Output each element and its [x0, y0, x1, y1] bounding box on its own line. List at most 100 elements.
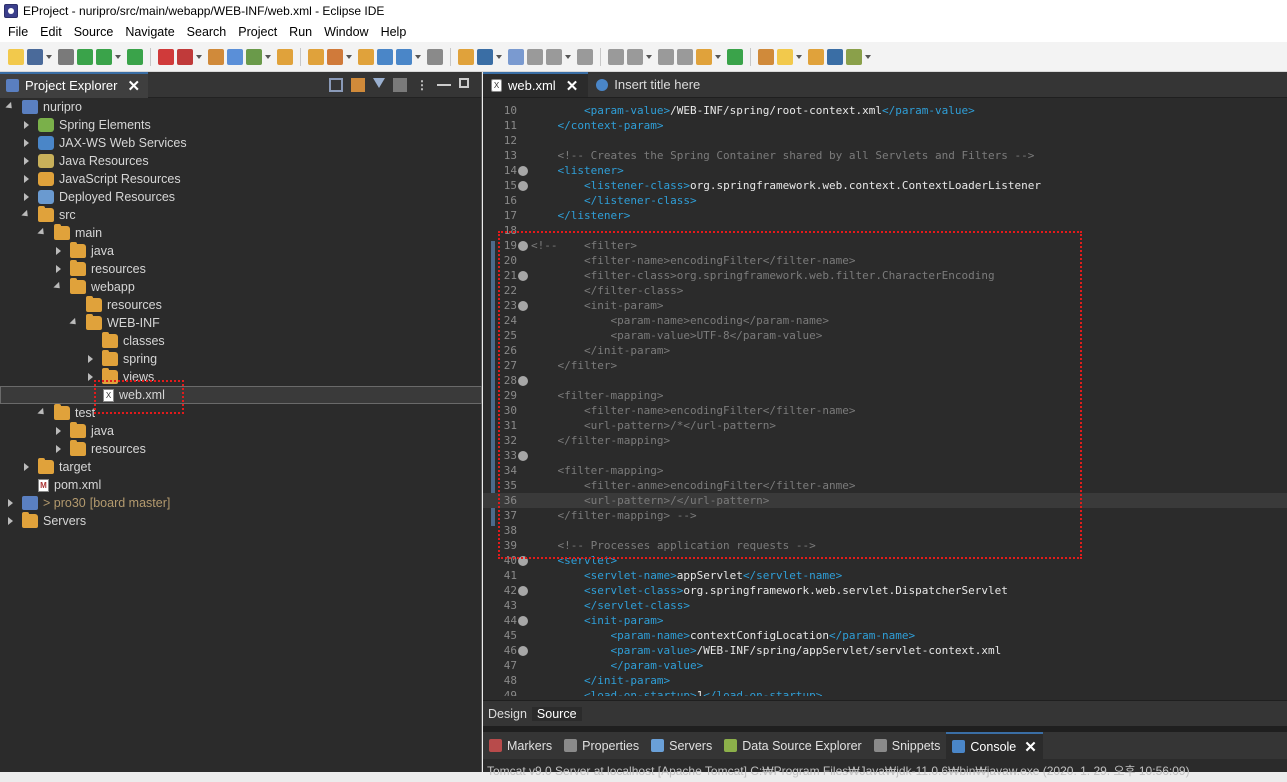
code-line[interactable]: 48 </init-param> — [483, 673, 1287, 688]
filter-icon[interactable] — [373, 77, 385, 88]
menu-window[interactable]: Window — [318, 25, 374, 39]
chevron-down-icon[interactable] — [115, 54, 121, 59]
toolbar-icon[interactable] — [8, 48, 24, 65]
collapsed-icon[interactable] — [54, 444, 64, 454]
toolbar-icon[interactable] — [608, 48, 624, 65]
toolbar-icon[interactable] — [27, 48, 43, 65]
toolbar-icon[interactable] — [527, 48, 543, 65]
code-line[interactable]: 45 <param-name>contextConfigLocation</pa… — [483, 628, 1287, 643]
tab-properties[interactable]: Properties — [558, 732, 645, 759]
tree-item[interactable]: resources — [0, 440, 482, 458]
focus-icon[interactable] — [393, 77, 407, 92]
tab-web-xml[interactable]: Xweb.xml ✕ — [483, 72, 589, 97]
collapsed-icon[interactable] — [22, 462, 32, 472]
code-line[interactable]: 13 <!-- Creates the Spring Container sha… — [483, 148, 1287, 163]
toolbar-icon[interactable] — [308, 48, 324, 65]
tree-item[interactable]: resources — [0, 296, 482, 314]
fold-toggle-icon[interactable] — [518, 585, 528, 596]
toolbar-icon[interactable] — [546, 48, 562, 65]
close-icon[interactable]: ✕ — [1024, 738, 1037, 756]
close-icon[interactable]: ✕ — [127, 77, 140, 95]
toolbar-icon[interactable] — [327, 48, 343, 65]
collapsed-icon[interactable] — [54, 264, 64, 274]
toolbar-icon[interactable] — [677, 48, 693, 65]
link-with-editor-icon[interactable] — [351, 77, 365, 92]
chevron-down-icon[interactable] — [46, 54, 52, 59]
collapsed-icon[interactable] — [54, 426, 64, 436]
toolbar-icon[interactable] — [246, 48, 262, 65]
tree-item[interactable]: resources — [0, 260, 482, 278]
toolbar-icon[interactable] — [658, 48, 674, 65]
minimize-icon[interactable] — [437, 78, 451, 86]
tree-item[interactable]: nuripro — [0, 98, 482, 116]
collapsed-icon[interactable] — [86, 354, 96, 364]
toolbar-icon[interactable] — [477, 48, 493, 65]
tree-item[interactable]: main — [0, 224, 482, 242]
toolbar-icon[interactable] — [846, 48, 862, 65]
tree-item[interactable]: Mpom.xml — [0, 476, 482, 494]
tree-item[interactable]: WEB-INF — [0, 314, 482, 332]
tree-item[interactable]: Servers — [0, 512, 482, 530]
menu-project[interactable]: Project — [232, 25, 283, 39]
tree-item[interactable]: JavaScript Resources — [0, 170, 482, 188]
menu-edit[interactable]: Edit — [34, 25, 68, 39]
tab-design[interactable]: Design — [483, 707, 532, 721]
tab-console[interactable]: Console ✕ — [946, 732, 1043, 759]
expanded-icon[interactable] — [38, 228, 48, 238]
toolbar-icon[interactable] — [427, 48, 443, 65]
tab-data-source-explorer[interactable]: Data Source Explorer — [718, 732, 868, 759]
fold-toggle-icon[interactable] — [518, 615, 528, 626]
chevron-down-icon[interactable] — [265, 54, 271, 59]
close-icon[interactable]: ✕ — [566, 77, 579, 95]
tree-item[interactable]: test — [0, 404, 482, 422]
toolbar-icon[interactable] — [758, 48, 774, 65]
collapse-all-icon[interactable] — [329, 77, 343, 92]
collapsed-icon[interactable] — [22, 192, 32, 202]
collapsed-icon[interactable] — [6, 498, 16, 508]
tree-item[interactable]: java — [0, 242, 482, 260]
tree-item[interactable]: JAX-WS Web Services — [0, 134, 482, 152]
toolbar-icon[interactable] — [777, 48, 793, 65]
code-line[interactable]: 43 </servlet-class> — [483, 598, 1287, 613]
tab-servers[interactable]: Servers — [645, 732, 718, 759]
code-line[interactable]: 44 <init-param> — [483, 613, 1287, 628]
code-line[interactable]: 41 <servlet-name>appServlet</servlet-nam… — [483, 568, 1287, 583]
expanded-icon[interactable] — [70, 318, 80, 328]
code-line[interactable]: 47 </param-value> — [483, 658, 1287, 673]
chevron-down-icon[interactable] — [865, 54, 871, 59]
toolbar-icon[interactable] — [577, 48, 593, 65]
toolbar-icon[interactable] — [227, 48, 243, 65]
toolbar-icon[interactable] — [77, 48, 93, 65]
fold-toggle-icon[interactable] — [518, 645, 528, 656]
tab-project-explorer[interactable]: Project Explorer ✕ — [0, 71, 149, 98]
toolbar-icon[interactable] — [177, 48, 193, 65]
expanded-icon[interactable] — [6, 102, 16, 112]
toolbar-icon[interactable] — [727, 48, 743, 65]
tree-item[interactable]: webapp — [0, 278, 482, 296]
menu-search[interactable]: Search — [181, 25, 233, 39]
tree-item[interactable]: classes — [0, 332, 482, 350]
chevron-down-icon[interactable] — [196, 54, 202, 59]
toolbar-icon[interactable] — [58, 48, 74, 65]
chevron-down-icon[interactable] — [796, 54, 802, 59]
toolbar-icon[interactable] — [277, 48, 293, 65]
toolbar-icon[interactable] — [627, 48, 643, 65]
toolbar-icon[interactable] — [396, 48, 412, 65]
tab-snippets[interactable]: Snippets — [868, 732, 947, 759]
chevron-down-icon[interactable] — [346, 54, 352, 59]
chevron-down-icon[interactable] — [415, 54, 421, 59]
menu-source[interactable]: Source — [68, 25, 120, 39]
code-line[interactable]: 10 <param-value>/WEB-INF/spring/root-con… — [483, 103, 1287, 118]
tree-item[interactable]: Spring Elements — [0, 116, 482, 134]
toolbar-icon[interactable] — [808, 48, 824, 65]
code-line[interactable]: 16 </listener-class> — [483, 193, 1287, 208]
toolbar-icon[interactable] — [358, 48, 374, 65]
code-line[interactable]: 42 <servlet-class>org.springframework.we… — [483, 583, 1287, 598]
chevron-down-icon[interactable] — [496, 54, 502, 59]
toolbar-icon[interactable] — [458, 48, 474, 65]
fold-toggle-icon[interactable] — [518, 165, 528, 176]
tree-item[interactable]: target — [0, 458, 482, 476]
fold-toggle-icon[interactable] — [518, 180, 528, 191]
code-line[interactable]: 46 <param-value>/WEB-INF/spring/appServl… — [483, 643, 1287, 658]
view-menu-icon[interactable]: ⋮ — [415, 78, 429, 92]
